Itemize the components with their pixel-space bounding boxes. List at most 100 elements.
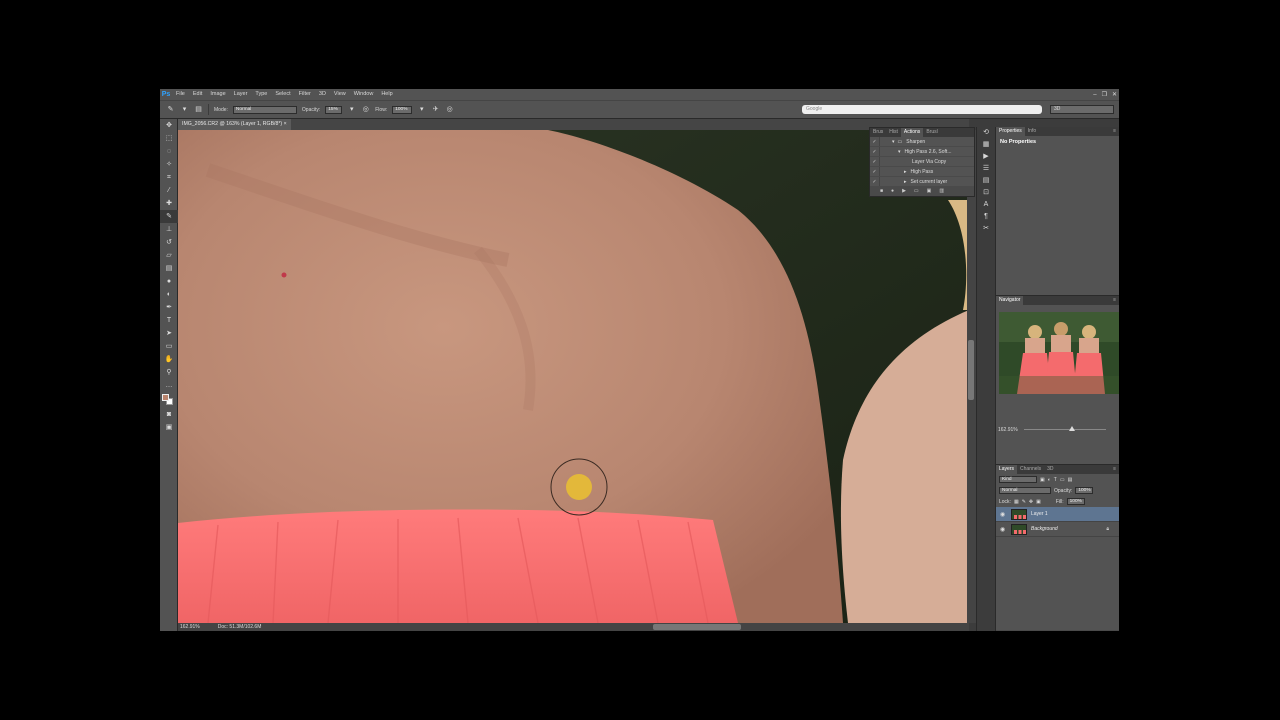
screen-mode-icon[interactable]: ▣ bbox=[160, 421, 178, 434]
history-panel-icon[interactable]: ⟲ bbox=[977, 127, 995, 139]
menu-image[interactable]: Image bbox=[206, 89, 229, 100]
eraser-tool-icon[interactable]: ▱ bbox=[160, 249, 178, 262]
lasso-tool-icon[interactable]: ◌ bbox=[160, 145, 178, 158]
quick-select-tool-icon[interactable]: ✧ bbox=[160, 158, 178, 171]
adjustments-icon[interactable]: ☰ bbox=[977, 163, 995, 175]
actions-play-icon[interactable]: ▶ bbox=[977, 151, 995, 163]
minimize-icon[interactable]: – bbox=[1093, 92, 1096, 98]
layer-kind-filter[interactable]: Kind bbox=[999, 476, 1037, 483]
panel-menu-icon[interactable]: ≡ bbox=[1113, 296, 1116, 305]
menu-file[interactable]: File bbox=[172, 89, 189, 100]
blend-mode-select[interactable]: Normal bbox=[999, 487, 1051, 494]
opacity-field[interactable]: 15% bbox=[325, 105, 343, 114]
action-check-icon[interactable]: ✓ bbox=[870, 147, 879, 156]
layer-opacity-field[interactable]: 100% bbox=[1075, 487, 1094, 494]
restore-icon[interactable]: ❐ bbox=[1102, 91, 1107, 98]
clone-stamp-tool-icon[interactable]: ⊥ bbox=[160, 223, 178, 236]
link-layers-icon[interactable]: ∞ bbox=[1054, 630, 1058, 631]
pressure-opacity-icon[interactable]: ◎ bbox=[361, 105, 370, 114]
action-expand-icon[interactable]: ▸ bbox=[888, 177, 907, 186]
brush-preset-icon[interactable]: ▾ bbox=[180, 105, 189, 114]
menu-select[interactable]: Select bbox=[271, 89, 294, 100]
layer-row-layer-1[interactable]: ◉ Layer 1 bbox=[996, 507, 1119, 522]
navigator-zoom-field[interactable]: 162.91% bbox=[998, 427, 1018, 433]
tab-3d[interactable]: 3D bbox=[1044, 465, 1056, 474]
layer-style-icon[interactable]: fx bbox=[1062, 630, 1066, 631]
brush-tool-icon[interactable]: ✎ bbox=[166, 105, 175, 114]
character-icon[interactable]: A bbox=[977, 199, 995, 211]
lock-transparent-icon[interactable]: ▦ bbox=[1014, 499, 1019, 505]
close-icon[interactable]: ✕ bbox=[1112, 91, 1117, 98]
layer-row-background[interactable]: ◉ Background 🔒︎ bbox=[996, 522, 1119, 537]
action-expand-icon[interactable]: ▾ bbox=[888, 147, 901, 156]
new-layer-icon[interactable]: ▣ bbox=[1099, 630, 1104, 631]
new-action-icon[interactable]: ▣ bbox=[927, 187, 932, 196]
path-select-tool-icon[interactable]: ➤ bbox=[160, 327, 178, 340]
paragraph-icon[interactable]: ¶ bbox=[977, 211, 995, 223]
add-mask-icon[interactable]: ◘ bbox=[1072, 630, 1075, 631]
pressure-size-icon[interactable]: ◎ bbox=[445, 105, 454, 114]
action-row[interactable]: ✓ ▾ High Pass 2.6, Soft... bbox=[870, 147, 974, 157]
menu-window[interactable]: Window bbox=[350, 89, 378, 100]
history-brush-tool-icon[interactable]: ↺ bbox=[160, 236, 178, 249]
tab-properties[interactable]: Properties bbox=[996, 127, 1025, 136]
swatches-icon[interactable]: ▤ bbox=[977, 175, 995, 187]
lock-position-icon[interactable]: ✥ bbox=[1029, 499, 1033, 505]
brush-presets-icon[interactable]: ▦ bbox=[977, 139, 995, 151]
marquee-tool-icon[interactable]: ⬚ bbox=[160, 132, 178, 145]
tab-layers[interactable]: Layers bbox=[996, 465, 1018, 474]
filter-shape-icon[interactable]: ▭ bbox=[1060, 477, 1065, 483]
stop-icon[interactable]: ■ bbox=[880, 187, 883, 196]
filter-adjustment-icon[interactable]: ◐ bbox=[1048, 477, 1051, 483]
layer-name[interactable]: Layer 1 bbox=[1031, 511, 1048, 517]
status-zoom[interactable]: 162.91% bbox=[180, 623, 200, 631]
menu-view[interactable]: View bbox=[330, 89, 350, 100]
record-icon[interactable]: ● bbox=[891, 187, 894, 196]
layer-name[interactable]: Background bbox=[1031, 526, 1058, 532]
navigator-zoom-slider[interactable] bbox=[1024, 429, 1106, 430]
healing-brush-tool-icon[interactable]: ✚ bbox=[160, 197, 178, 210]
visibility-eye-icon[interactable]: ◉ bbox=[1000, 526, 1007, 533]
zoom-tool-icon[interactable]: ⚲ bbox=[160, 366, 178, 379]
hand-tool-icon[interactable]: ✋ bbox=[160, 353, 178, 366]
layer-fill-field[interactable]: 100% bbox=[1066, 498, 1085, 505]
filter-type-icon[interactable]: T bbox=[1054, 477, 1057, 483]
pen-tool-icon[interactable]: ✒ bbox=[160, 301, 178, 314]
tab-actions[interactable]: Actions bbox=[900, 128, 924, 137]
brush-panel-icon[interactable]: ▤ bbox=[194, 105, 203, 114]
opacity-dropdown-icon[interactable]: ▾ bbox=[347, 105, 356, 114]
lock-all-icon[interactable]: ▣ bbox=[1036, 499, 1041, 505]
shape-tool-icon[interactable]: ▭ bbox=[160, 340, 178, 353]
gradient-tool-icon[interactable]: ▤ bbox=[160, 262, 178, 275]
panel-menu-icon[interactable]: ≡ bbox=[1113, 127, 1116, 136]
navigator-preview-image[interactable] bbox=[999, 312, 1119, 394]
delete-icon[interactable]: ▥ bbox=[939, 187, 944, 196]
action-check-icon[interactable]: ✓ bbox=[870, 167, 879, 176]
tab-brush[interactable]: Brusl bbox=[923, 128, 940, 137]
clone-source-icon[interactable]: ⊡ bbox=[977, 187, 995, 199]
flow-field[interactable]: 100% bbox=[392, 105, 413, 114]
document-canvas[interactable] bbox=[178, 130, 969, 623]
new-set-icon[interactable]: ▭ bbox=[914, 187, 919, 196]
action-check-icon[interactable]: ✓ bbox=[870, 157, 879, 166]
action-check-icon[interactable]: ✓ bbox=[870, 177, 879, 186]
action-row[interactable]: ✓ ▾ ▭ Sharpen bbox=[870, 137, 974, 147]
airbrush-icon[interactable]: ✈ bbox=[431, 105, 440, 114]
new-group-icon[interactable]: ▭ bbox=[1088, 630, 1093, 631]
brush-tool-active-icon[interactable]: ✎ bbox=[160, 210, 178, 223]
search-input[interactable]: Google bbox=[802, 105, 1042, 114]
tab-navigator[interactable]: Navigator bbox=[996, 296, 1024, 305]
eyedropper-tool-icon[interactable]: ⁄ bbox=[160, 184, 178, 197]
menu-type[interactable]: Type bbox=[251, 89, 271, 100]
play-icon[interactable]: ▶ bbox=[902, 187, 906, 196]
tab-history[interactable]: Hist bbox=[886, 128, 901, 137]
lock-pixels-icon[interactable]: ✎ bbox=[1022, 499, 1026, 505]
blur-tool-icon[interactable]: ● bbox=[160, 275, 178, 288]
visibility-eye-icon[interactable]: ◉ bbox=[1000, 511, 1007, 518]
tab-brush-presets[interactable]: Brus bbox=[870, 128, 886, 137]
type-tool-icon[interactable]: T bbox=[160, 314, 178, 327]
tab-channels[interactable]: Channels bbox=[1017, 465, 1044, 474]
vertical-scroll-thumb[interactable] bbox=[968, 340, 974, 400]
filter-smart-icon[interactable]: ▤ bbox=[1068, 477, 1073, 483]
filter-pixel-icon[interactable]: ▣ bbox=[1040, 477, 1045, 483]
